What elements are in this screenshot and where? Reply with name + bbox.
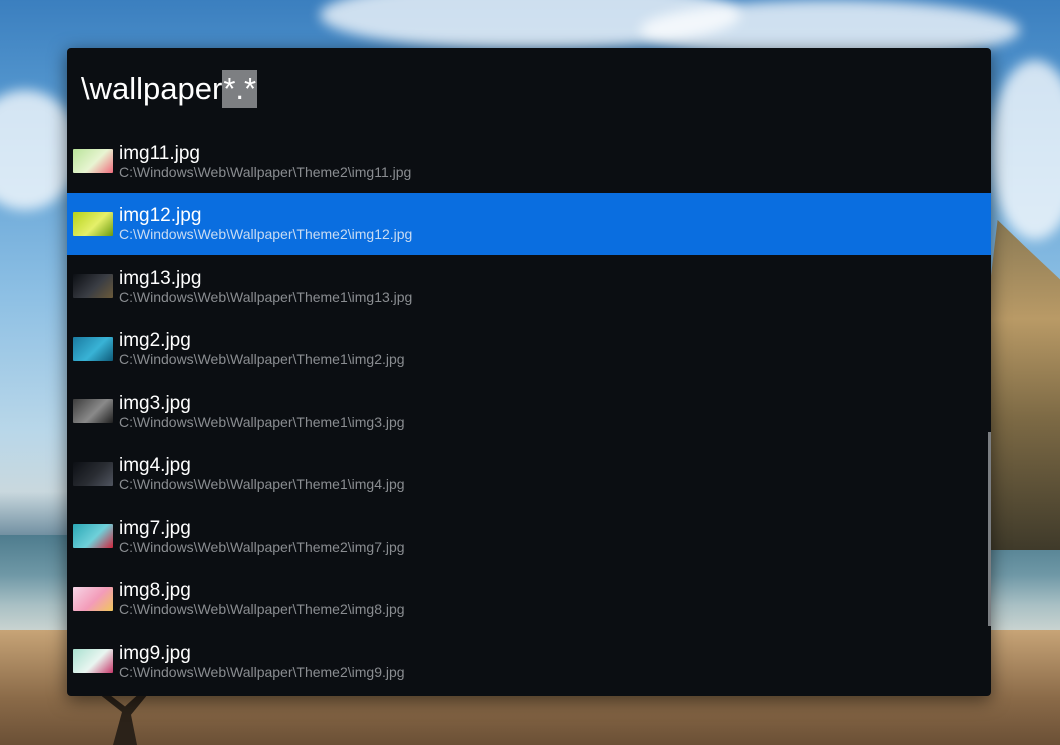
result-path: C:\Windows\Web\Wallpaper\Theme1\img2.jpg — [119, 351, 405, 368]
result-text: img4.jpg C:\Windows\Web\Wallpaper\Theme1\… — [119, 455, 405, 492]
scrollbar[interactable] — [988, 432, 991, 626]
result-text: img12.jpg C:\Windows\Web\Wallpaper\Theme2… — [119, 205, 412, 242]
result-filename: img3.jpg — [119, 392, 191, 414]
result-text: img13.jpg C:\Windows\Web\Wallpaper\Theme1… — [119, 268, 412, 305]
result-path: C:\Windows\Web\Wallpaper\Theme2\img11.jp… — [119, 163, 412, 180]
image-thumbnail — [73, 649, 113, 674]
result-item[interactable]: img8.jpg C:\Windows\Web\Wallpaper\Theme2\… — [67, 568, 991, 631]
result-item[interactable]: img7.jpg C:\Windows\Web\Wallpaper\Theme2\… — [67, 505, 991, 568]
result-text: img2.jpg C:\Windows\Web\Wallpaper\Theme1\… — [119, 330, 405, 367]
result-filename: img12.jpg — [119, 205, 202, 227]
result-item[interactable]: img4.jpg C:\Windows\Web\Wallpaper\Theme1\… — [67, 443, 991, 506]
result-item[interactable]: img9.jpg C:\Windows\Web\Wallpaper\Theme2\… — [67, 630, 991, 693]
search-input[interactable]: \wallpaper *.* — [67, 48, 991, 130]
search-query-text: \wallpaper — [81, 71, 223, 106]
result-text: img11.jpg C:\Windows\Web\Wallpaper\Theme2… — [119, 143, 411, 180]
result-item[interactable]: img11.jpg C:\Windows\Web\Wallpaper\Theme2… — [67, 130, 991, 193]
cloud — [990, 60, 1060, 240]
result-filename: img11.jpg — [119, 142, 200, 164]
rock-cliff — [982, 220, 1060, 550]
image-thumbnail — [73, 149, 113, 174]
result-text: img7.jpg C:\Windows\Web\Wallpaper\Theme2\… — [119, 518, 405, 555]
result-path: C:\Windows\Web\Wallpaper\Theme1\img3.jpg — [119, 413, 405, 430]
image-thumbnail — [73, 274, 113, 299]
result-item[interactable]: img12.jpg C:\Windows\Web\Wallpaper\Theme2… — [67, 192, 991, 255]
desktop-wallpaper: \wallpaper *.* img11.jpg C:\Windows\Web\Wa… — [0, 0, 1060, 745]
image-thumbnail — [73, 586, 113, 611]
result-filename: img7.jpg — [119, 517, 191, 539]
result-item[interactable]: img13.jpg C:\Windows\Web\Wallpaper\Theme1… — [67, 255, 991, 318]
search-launcher-panel: \wallpaper *.* img11.jpg C:\Windows\Web\Wa… — [67, 48, 991, 696]
result-filename: img9.jpg — [119, 642, 191, 664]
result-path: C:\Windows\Web\Wallpaper\Theme1\img13.jp… — [119, 288, 413, 305]
image-thumbnail — [73, 399, 113, 424]
results-list: img11.jpg C:\Windows\Web\Wallpaper\Theme2… — [67, 130, 991, 693]
result-filename: img4.jpg — [119, 455, 191, 477]
result-filename: img2.jpg — [119, 330, 191, 352]
result-item[interactable]: img3.jpg C:\Windows\Web\Wallpaper\Theme1\… — [67, 380, 991, 443]
result-text: img9.jpg C:\Windows\Web\Wallpaper\Theme2\… — [119, 643, 405, 680]
result-text: img8.jpg C:\Windows\Web\Wallpaper\Theme2\… — [119, 580, 405, 617]
image-thumbnail — [73, 524, 113, 549]
result-path: C:\Windows\Web\Wallpaper\Theme1\img4.jpg — [119, 476, 405, 493]
image-thumbnail — [73, 211, 113, 236]
search-query-selection: *.* — [222, 70, 258, 108]
image-thumbnail — [73, 336, 113, 361]
result-path: C:\Windows\Web\Wallpaper\Theme2\img7.jpg — [119, 538, 405, 555]
result-path: C:\Windows\Web\Wallpaper\Theme2\img12.jp… — [119, 226, 413, 243]
result-item[interactable]: img2.jpg C:\Windows\Web\Wallpaper\Theme1\… — [67, 318, 991, 381]
result-filename: img13.jpg — [119, 267, 202, 289]
result-path: C:\Windows\Web\Wallpaper\Theme2\img8.jpg — [119, 601, 405, 618]
result-path: C:\Windows\Web\Wallpaper\Theme2\img9.jpg — [119, 663, 405, 680]
result-filename: img8.jpg — [119, 580, 191, 602]
result-text: img3.jpg C:\Windows\Web\Wallpaper\Theme1\… — [119, 393, 405, 430]
image-thumbnail — [73, 461, 113, 486]
